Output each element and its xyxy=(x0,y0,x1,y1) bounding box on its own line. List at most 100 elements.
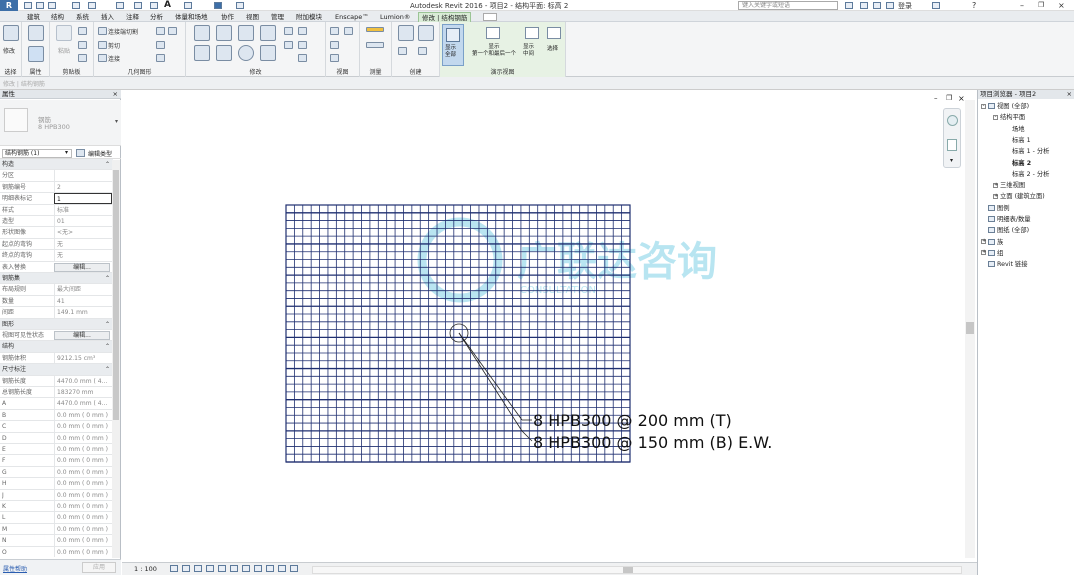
view-close-icon[interactable]: × xyxy=(958,94,965,103)
search-input[interactable]: 键入关键字或短语 xyxy=(738,1,838,10)
instance-dropdown-icon[interactable]: ▾ xyxy=(65,149,68,156)
view-minimize-icon[interactable]: – xyxy=(934,94,938,102)
browser-node[interactable]: - 视图 (全部) xyxy=(981,102,1029,111)
trim-extend-icon[interactable] xyxy=(260,45,276,61)
text-icon[interactable]: A xyxy=(164,0,171,10)
measure-tape-icon[interactable] xyxy=(366,27,384,32)
horizontal-scrollbar[interactable] xyxy=(312,566,962,574)
browser-node[interactable]: - 结构平面 xyxy=(993,113,1025,122)
user-icon[interactable] xyxy=(886,2,894,9)
rebar-tag-top[interactable]: 8 HPB300 @ 200 mm (T) xyxy=(533,411,732,430)
join-geometry-icon[interactable] xyxy=(98,54,107,62)
temporary-hide-icon[interactable] xyxy=(242,565,250,572)
panel-toggle-icon[interactable] xyxy=(483,13,497,21)
binoculars-icon[interactable] xyxy=(845,2,853,9)
view-scale[interactable]: 1 : 100 xyxy=(134,565,157,573)
assembly-icon[interactable] xyxy=(418,47,427,55)
properties-scrollbar[interactable] xyxy=(112,160,120,558)
apply-button[interactable]: 应用 xyxy=(82,562,116,573)
drawing-area[interactable]: 广联达咨询 CONSULTATION 8 HPB300 @ 200 mm (T)… xyxy=(122,90,977,562)
detail-level-icon[interactable] xyxy=(170,565,178,572)
mirror-draw-icon[interactable] xyxy=(260,25,276,41)
tab-addins[interactable]: 附加模块 xyxy=(293,12,325,22)
linework-icon[interactable] xyxy=(330,54,339,62)
view-restore-icon[interactable]: ❐ xyxy=(946,94,952,102)
expand-icon[interactable]: + xyxy=(981,250,986,256)
open-icon[interactable] xyxy=(24,2,32,9)
show-crop-icon[interactable] xyxy=(230,565,238,572)
shadows-icon[interactable] xyxy=(206,565,214,572)
highlight-displacement-icon[interactable] xyxy=(278,565,286,572)
tab-enscape[interactable]: Enscape™ xyxy=(332,12,372,22)
collapse-icon[interactable]: - xyxy=(993,114,998,120)
scale-icon[interactable] xyxy=(298,41,307,49)
offset-icon[interactable] xyxy=(216,25,232,41)
collapse-section-icon[interactable]: ⌃ xyxy=(105,159,110,170)
tab-structure[interactable]: 结构 xyxy=(48,12,67,22)
plan-view[interactable]: 广联达咨询 CONSULTATION 8 HPB300 @ 200 mm (T)… xyxy=(122,90,977,562)
nav-dropdown-icon[interactable]: ▾ xyxy=(950,157,953,164)
show-all-button[interactable]: 显示 全部 xyxy=(442,24,464,66)
tab-architecture[interactable]: 建筑 xyxy=(24,12,43,22)
browser-node[interactable]: 标高 1 xyxy=(1012,136,1031,145)
property-section[interactable]: 尺寸标注 ⌃ xyxy=(0,364,113,376)
app-menu-button[interactable]: R xyxy=(0,0,18,11)
vertical-scrollbar[interactable] xyxy=(965,100,975,558)
property-edit-button[interactable]: 编辑... xyxy=(54,262,110,272)
show-middle-button[interactable]: 显示 中间 xyxy=(522,24,542,66)
browser-node[interactable]: + 族 xyxy=(981,238,1003,247)
pin-icon[interactable] xyxy=(298,27,307,35)
join-label[interactable]: 连接 xyxy=(108,54,120,63)
show-first-last-button[interactable]: 显示 第一个和最后一个 xyxy=(468,24,520,66)
switch-windows-icon[interactable] xyxy=(236,2,244,9)
star-icon[interactable] xyxy=(873,2,881,9)
split-face-icon[interactable] xyxy=(168,27,177,35)
create-group-icon[interactable] xyxy=(418,25,434,41)
expand-icon[interactable]: + xyxy=(993,193,998,199)
browser-node[interactable]: 明细表/数量 xyxy=(988,215,1031,224)
property-section[interactable]: 结构 ⌃ xyxy=(0,341,113,353)
cope-icon[interactable] xyxy=(98,27,107,35)
mirror-axis-icon[interactable] xyxy=(238,25,254,41)
delete-icon[interactable] xyxy=(298,54,307,62)
rebar-tag-bottom[interactable]: 8 HPB300 @ 150 mm (B) E.W. xyxy=(533,433,772,452)
demolish-icon[interactable] xyxy=(156,54,165,62)
steering-wheel-icon[interactable] xyxy=(947,115,958,126)
reveal-hidden-icon[interactable] xyxy=(254,565,262,572)
exchange-icon[interactable] xyxy=(932,2,940,9)
tab-systems[interactable]: 系统 xyxy=(73,12,92,22)
zoom-icon[interactable] xyxy=(947,139,957,151)
edit-type-button[interactable]: 编辑类型 xyxy=(88,149,112,158)
copy-element-icon[interactable] xyxy=(216,45,232,61)
horizontal-scroll-thumb[interactable] xyxy=(623,567,633,573)
rotate-icon[interactable] xyxy=(238,45,254,61)
browser-node[interactable]: 标高 1 - 分析 xyxy=(1012,147,1049,156)
undo-icon[interactable] xyxy=(72,2,80,9)
browser-node[interactable]: + 组 xyxy=(981,249,1003,258)
cut-join-label[interactable]: 连接端切割 xyxy=(108,27,138,36)
browser-node[interactable]: 标高 2 xyxy=(1012,159,1031,168)
type-dropdown-icon[interactable]: ▾ xyxy=(115,118,118,125)
properties-help-link[interactable]: 属性帮助 xyxy=(3,564,27,573)
login-link[interactable]: 登录 xyxy=(898,1,912,11)
type-selector[interactable]: 钢筋 8 HPB300 ▾ xyxy=(0,100,121,146)
cut-icon[interactable] xyxy=(78,41,87,49)
split-icon[interactable] xyxy=(284,27,293,35)
property-section[interactable]: 构造 ⌃ xyxy=(0,159,113,171)
cut-geometry-label[interactable]: 剪切 xyxy=(108,41,120,50)
tab-annotate[interactable]: 注释 xyxy=(123,12,142,22)
browser-node[interactable]: Revit 链接 xyxy=(988,260,1028,269)
browser-node[interactable]: 图例 xyxy=(988,204,1010,213)
tab-insert[interactable]: 插入 xyxy=(98,12,117,22)
properties-icon[interactable] xyxy=(28,25,44,41)
modify-button-label[interactable]: 修改 xyxy=(3,46,15,55)
collapse-icon[interactable]: - xyxy=(981,103,986,109)
close-window-icon[interactable]: × xyxy=(1058,1,1065,10)
minimize-icon[interactable]: – xyxy=(1020,1,1024,10)
analytical-model-icon[interactable] xyxy=(266,565,274,572)
collapse-section-icon[interactable]: ⌃ xyxy=(105,341,110,352)
sun-path-icon[interactable] xyxy=(194,565,202,572)
browser-node[interactable]: 场地 xyxy=(1012,125,1025,134)
property-value[interactable]: 1 xyxy=(54,193,112,205)
3d-view-icon[interactable] xyxy=(184,2,192,9)
